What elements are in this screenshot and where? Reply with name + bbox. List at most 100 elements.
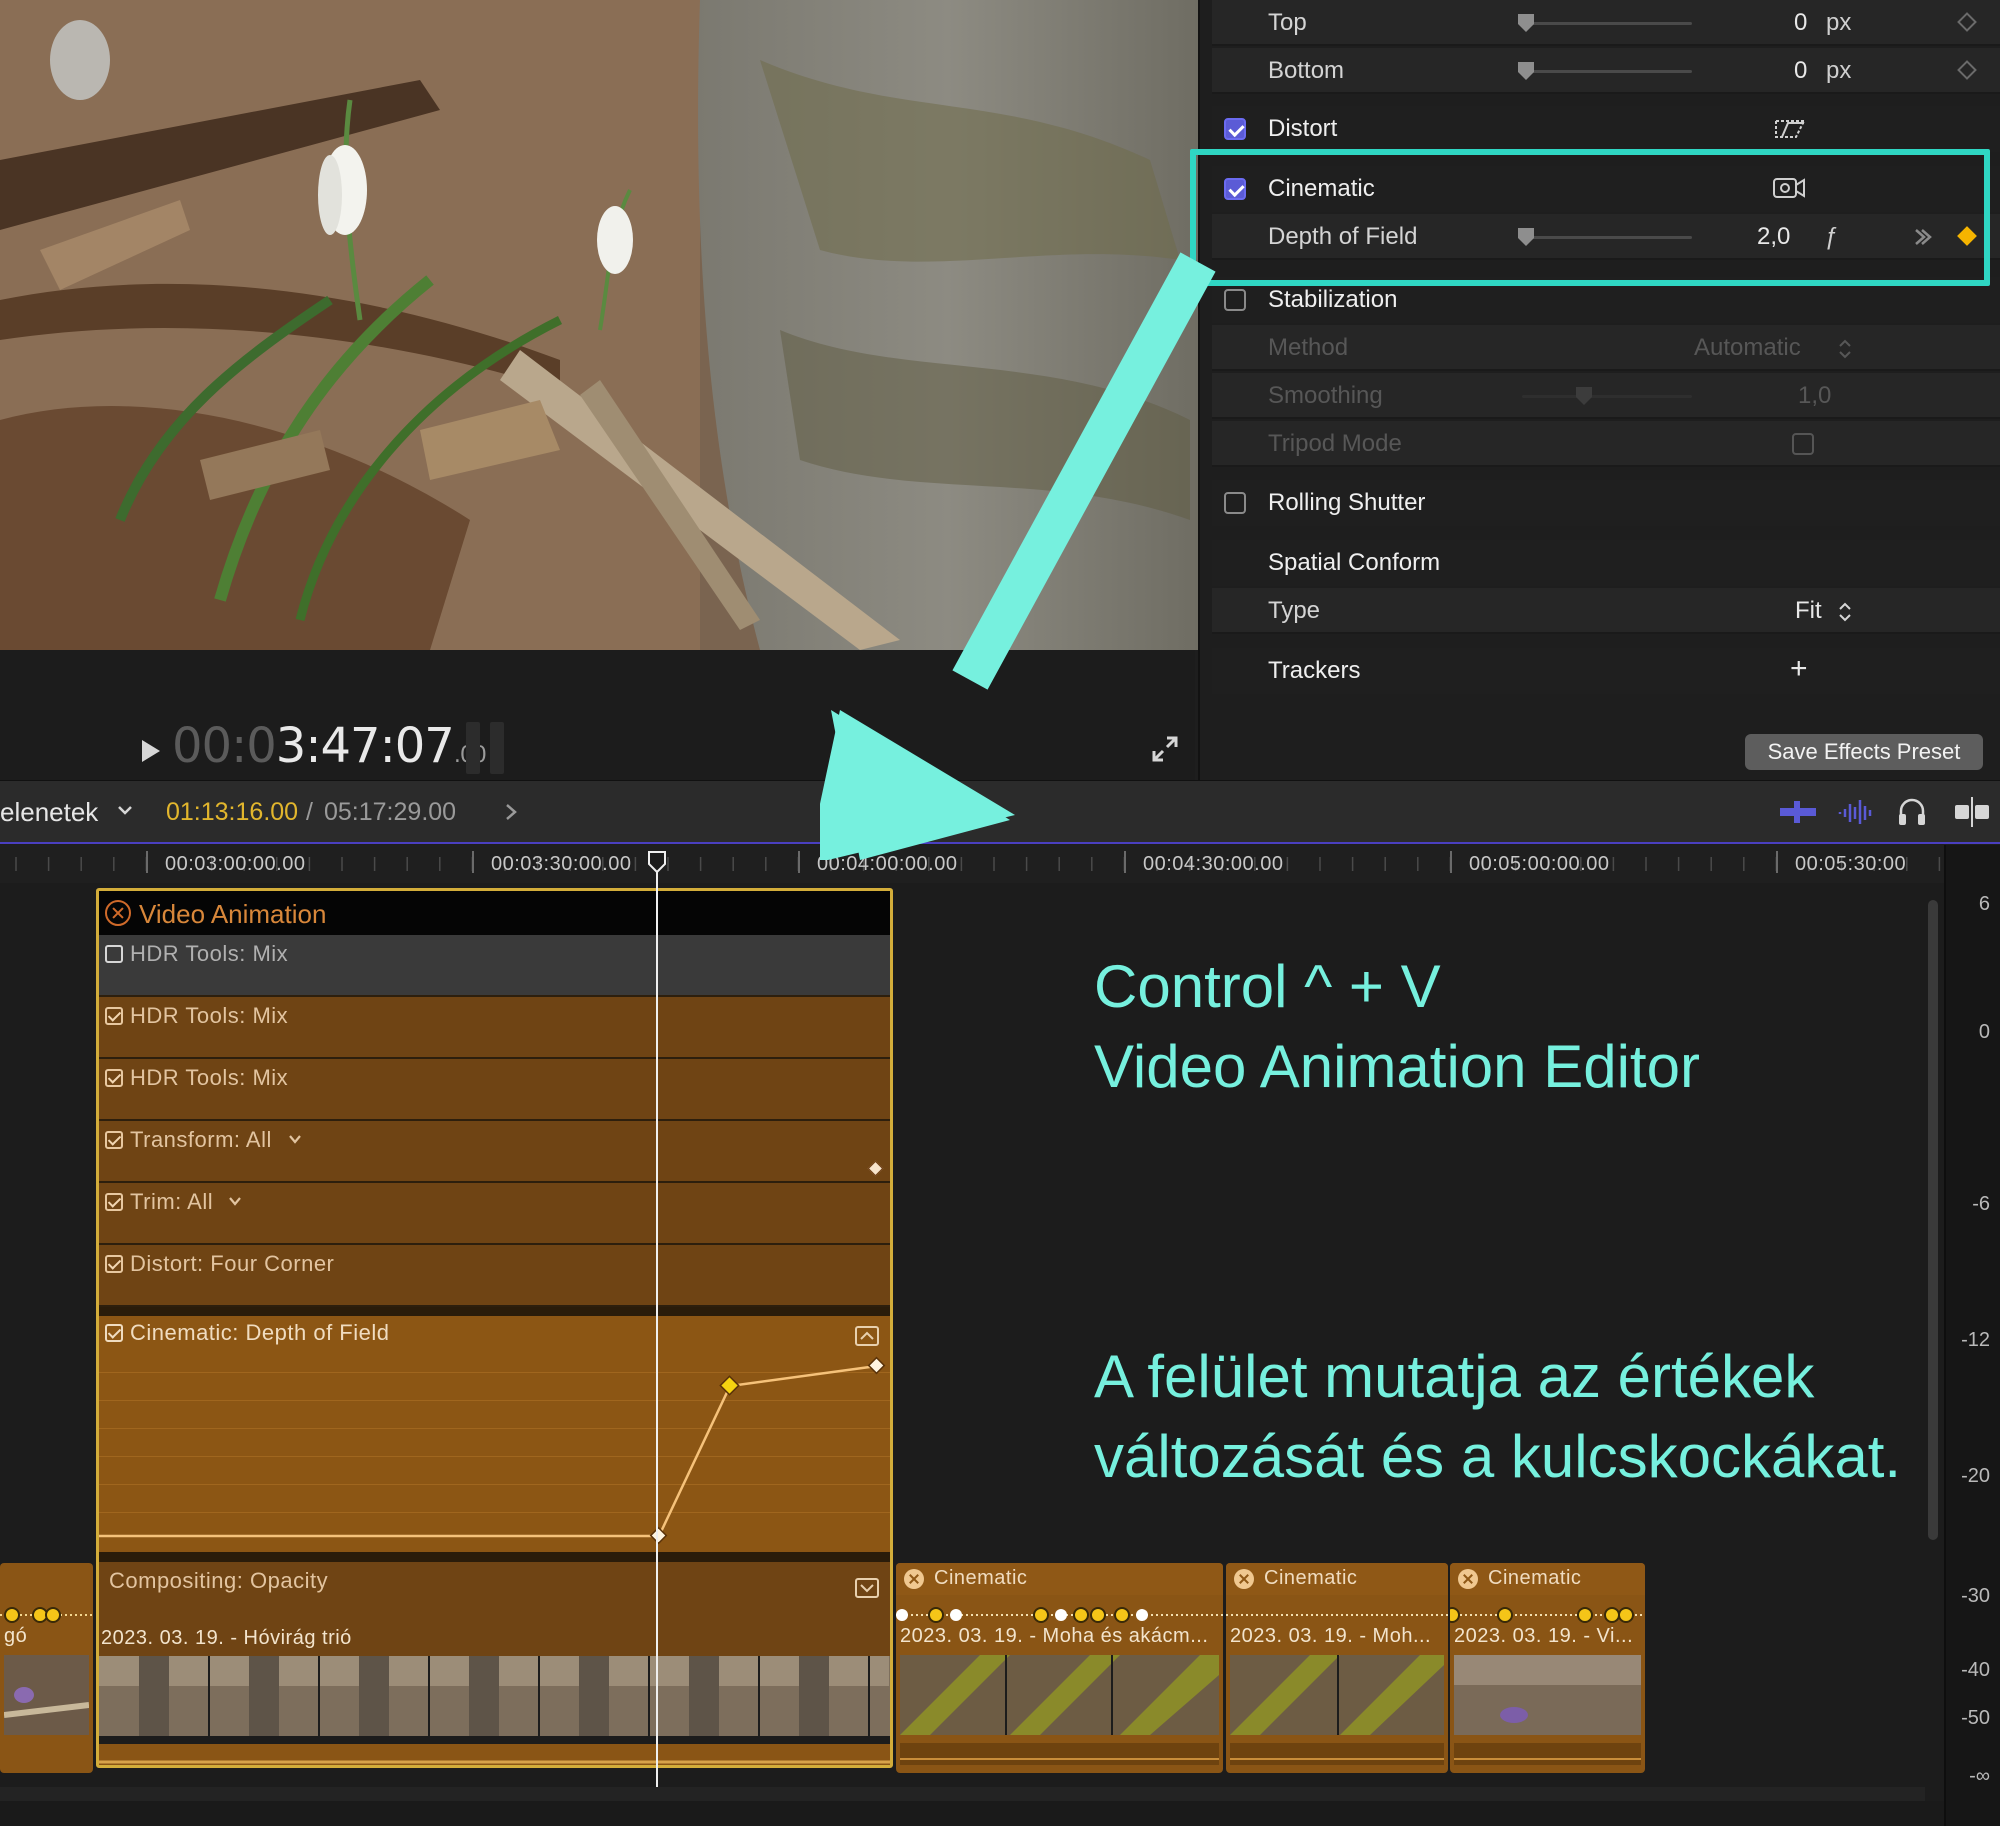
method-select[interactable]: Automatic	[1694, 334, 1801, 362]
clip-title: 2023. 03. 19. - Vi...	[1454, 1625, 1634, 1647]
clip-title: 2023. 03. 19. - Moha és akácm...	[900, 1625, 1209, 1647]
top-value[interactable]: 0	[1794, 9, 1807, 37]
clip-title: gó	[4, 1625, 28, 1647]
snapping-icon[interactable]	[1952, 795, 1992, 829]
row-method: Method Automatic	[1212, 325, 2000, 371]
annotation-line-2: Video Animation Editor	[1094, 1033, 1700, 1100]
row-type: Type Fit	[1212, 588, 2000, 634]
clip-thumbnail-strip	[900, 1655, 1219, 1735]
clip-moha[interactable]: Cinematic 2023. 03. 19. - Moh...	[1226, 1563, 1448, 1773]
row-trackers: Trackers +	[1212, 648, 2000, 694]
timeline-separator: /	[306, 798, 313, 826]
headphones-icon[interactable]	[1896, 795, 1928, 829]
clip-appearance-icon[interactable]	[1778, 795, 1818, 829]
stabilization-checkbox[interactable]	[1224, 289, 1246, 311]
top-slider[interactable]	[1518, 14, 1692, 32]
clip-thumbnail-strip	[1230, 1655, 1444, 1735]
select-updown-icon[interactable]	[1838, 602, 1852, 622]
type-select[interactable]: Fit	[1795, 597, 1822, 625]
remove-effect-icon[interactable]	[904, 1569, 924, 1589]
distort-checkbox[interactable]	[1224, 118, 1246, 140]
add-tracker-button[interactable]: +	[1790, 652, 1808, 686]
inspector-panel: Top 0 px Bottom 0 px Distort Cinematic D…	[1198, 0, 2000, 780]
clip-effect-name: Cinematic	[1488, 1567, 1582, 1589]
ruler-label: 00:05:00:00.00	[1469, 853, 1610, 875]
smoothing-slider[interactable]	[1522, 387, 1692, 405]
meter-label: 6	[1978, 893, 1990, 915]
select-updown-icon[interactable]	[1838, 339, 1852, 359]
ruler-label: 00:03:00:00.00	[165, 853, 306, 875]
clip-audio-waveform	[1454, 1743, 1641, 1765]
row-distort: Distort	[1212, 106, 2000, 152]
ruler-label: 00:05:30:00	[1795, 853, 1907, 875]
playhead[interactable]	[656, 852, 658, 1797]
clip-vi[interactable]: Cinematic 2023. 03. 19. - Vi...	[1450, 1563, 1645, 1773]
horizontal-scrollbar[interactable]	[0, 1787, 1925, 1801]
chevron-down-icon[interactable]	[118, 805, 132, 815]
meter-label: -30	[1961, 1585, 1990, 1607]
rolling-shutter-checkbox[interactable]	[1224, 492, 1246, 514]
timecode-display: 00:03:47:07.00	[172, 718, 487, 774]
clip-previous[interactable]: gó	[0, 1563, 93, 1773]
playhead-handle-icon[interactable]	[648, 851, 666, 873]
chevron-right-icon[interactable]	[505, 803, 517, 821]
video-animation-editor	[96, 888, 893, 1768]
ruler-major-tick	[472, 851, 474, 873]
row-smoothing-label: Smoothing	[1268, 382, 1383, 409]
clip-keyframe-row	[0, 1607, 93, 1623]
smoothing-value[interactable]: 1,0	[1798, 382, 1831, 410]
bottom-unit: px	[1826, 57, 1852, 84]
timeline-duration: 05:17:29.00	[324, 798, 457, 826]
ruler-major-tick	[1776, 851, 1778, 873]
meter-label: 0	[1978, 1021, 1990, 1043]
slider-knob-icon[interactable]	[1518, 14, 1534, 32]
distort-icon[interactable]	[1774, 118, 1806, 140]
meter-label: -6	[1972, 1193, 1990, 1215]
row-spatial-conform: Spatial Conform	[1212, 540, 2000, 586]
meter-label: -∞	[1969, 1765, 1990, 1787]
audio-level-bars	[466, 722, 510, 774]
annotation-line-3: A felület mutatja az értékek	[1094, 1343, 1815, 1410]
ruler-major-tick	[1450, 851, 1452, 873]
cinematic-highlight-box	[1190, 149, 1990, 286]
clip-keyframe-row	[1226, 1614, 1448, 1616]
clip-effect-header: Cinematic	[896, 1563, 1223, 1595]
ruler-major-tick	[798, 851, 800, 873]
bottom-value[interactable]: 0	[1794, 57, 1807, 85]
slider-knob-icon[interactable]	[1576, 387, 1592, 405]
play-icon[interactable]	[140, 738, 162, 764]
meter-label: -20	[1961, 1465, 1990, 1487]
keyframe-diamond-icon[interactable]	[1957, 12, 1977, 32]
clip-effect-name: Cinematic	[934, 1567, 1028, 1589]
annotation-line-1: Control ^ + V	[1094, 953, 1441, 1020]
audio-skimming-icon[interactable]	[1836, 795, 1876, 829]
save-effects-preset-button[interactable]: Save Effects Preset	[1745, 734, 1983, 770]
vertical-scrollbar[interactable]	[1928, 900, 1938, 1540]
clip-title: 2023. 03. 19. - Moh...	[1230, 1625, 1432, 1647]
meter-label: -12	[1961, 1329, 1990, 1351]
remove-effect-icon[interactable]	[1458, 1569, 1478, 1589]
bottom-slider[interactable]	[1518, 62, 1692, 80]
clip-effect-header: Cinematic	[1450, 1563, 1645, 1595]
meter-label: -40	[1961, 1659, 1990, 1681]
clip-effect-header: Cinematic	[1226, 1563, 1448, 1595]
row-rolling-shutter: Rolling Shutter	[1212, 480, 2000, 526]
timeline-position: 01:13:16.00	[166, 798, 299, 826]
ruler-label: 00:03:30:00.00	[491, 853, 632, 875]
timecode-dim: 00:0	[172, 718, 277, 774]
ruler-major-tick	[146, 851, 148, 873]
clip-audio-waveform	[1230, 1743, 1444, 1765]
slider-knob-icon[interactable]	[1518, 62, 1534, 80]
bottom-strip	[0, 1801, 2000, 1826]
keyframe-diamond-icon[interactable]	[1957, 60, 1977, 80]
row-method-label: Method	[1268, 334, 1349, 361]
row-top: Top 0 px	[1212, 0, 2000, 46]
timecode-main: 3:47:07	[275, 718, 455, 774]
meter-label: -50	[1961, 1707, 1990, 1729]
clip-moha-akac[interactable]: Cinematic 2023. 03. 19. - Moha és akácm.…	[896, 1563, 1223, 1773]
tripod-mode-checkbox[interactable]	[1792, 433, 1814, 455]
remove-effect-icon[interactable]	[1234, 1569, 1254, 1589]
clip-effect-name: Cinematic	[1264, 1567, 1358, 1589]
row-trackers-label: Trackers	[1268, 657, 1361, 684]
project-name[interactable]: elenetek	[0, 797, 98, 828]
